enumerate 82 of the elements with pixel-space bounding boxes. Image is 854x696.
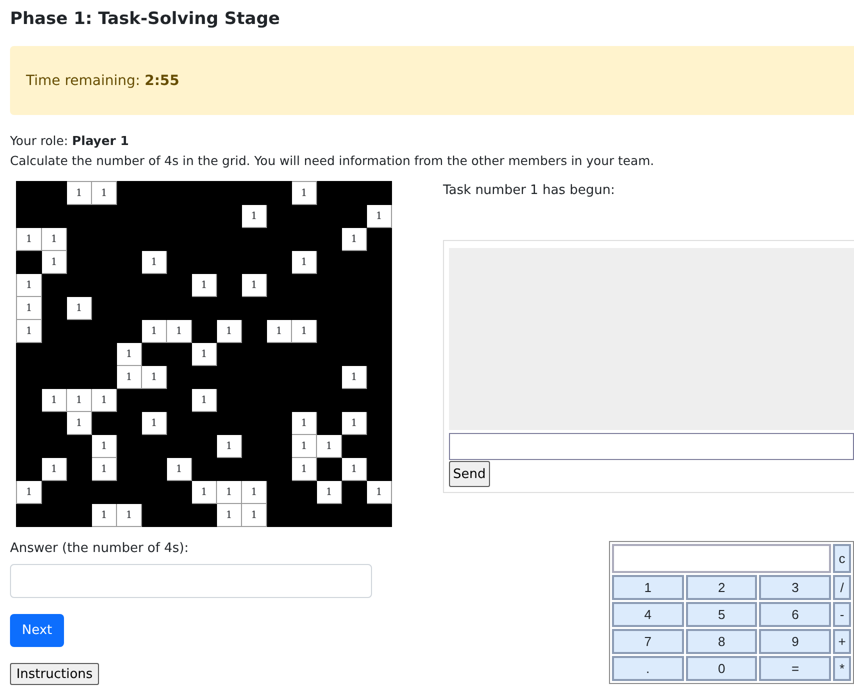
grid-cell: 1	[342, 412, 366, 434]
chat-status: Task number 1 has begun:	[443, 183, 616, 198]
grid-cell: 1	[192, 480, 216, 504]
grid-cell: 1	[166, 320, 192, 342]
grid-cell: 1	[66, 388, 92, 412]
grid-cell: 1	[166, 458, 192, 480]
answer-field[interactable]	[10, 564, 372, 598]
grid-cell: 1	[42, 228, 66, 250]
calculator-key[interactable]: c	[833, 544, 851, 573]
grid-cell: 1	[42, 388, 66, 412]
grid-cell: 1	[242, 274, 266, 296]
calculator-key[interactable]: 4	[612, 602, 684, 627]
grid-cell: 1	[242, 204, 266, 228]
grid-cell: 1	[42, 458, 66, 480]
grid-cell: 1	[116, 342, 142, 366]
calculator-key[interactable]: =	[759, 656, 832, 681]
grid-cell: 1	[16, 320, 42, 342]
grid-cell: 1	[292, 458, 316, 480]
calculator-key[interactable]: 1	[612, 575, 684, 600]
grid-cell: 1	[266, 320, 292, 342]
calculator-key[interactable]: *	[833, 656, 851, 681]
grid-cell: 1	[192, 274, 216, 296]
grid-cell: 1	[66, 412, 92, 434]
calculator-key[interactable]: +	[833, 629, 851, 654]
grid-cell: 1	[192, 342, 216, 366]
grid-cell: 1	[92, 458, 116, 480]
chat-input[interactable]	[449, 433, 854, 460]
grid-cell: 1	[16, 228, 42, 250]
calculator-key[interactable]: 7	[612, 629, 684, 654]
grid-cell: 1	[16, 274, 42, 296]
calculator-key[interactable]: /	[833, 575, 851, 600]
grid-cell: 1	[66, 296, 92, 320]
grid-cell: 1	[92, 182, 116, 204]
grid-cell: 1	[192, 388, 216, 412]
grid-cell: 1	[216, 480, 242, 504]
grid-cell: 1	[42, 250, 66, 274]
calculator-key[interactable]: 6	[759, 602, 832, 627]
calculator-key[interactable]: .	[612, 656, 684, 681]
grid-cell: 1	[242, 504, 266, 526]
grid-cell: 1	[116, 504, 142, 526]
grid-cell: 1	[292, 182, 316, 204]
grid-cell: 1	[316, 434, 342, 458]
calculator-key[interactable]: 3	[759, 575, 832, 600]
answer-label: Answer (the number of 4s):	[10, 541, 190, 556]
calculator-key[interactable]: 0	[686, 656, 758, 681]
grid-cell: 1	[116, 366, 142, 388]
grid-cell: 1	[142, 320, 166, 342]
calculator-key[interactable]: -	[833, 602, 851, 627]
calculator-key[interactable]: 2	[686, 575, 758, 600]
grid-cell: 1	[92, 504, 116, 526]
role-text: Your role: Player 1	[10, 132, 130, 150]
grid-cell: 1	[16, 480, 42, 504]
calculator-key[interactable]: 8	[686, 629, 758, 654]
grid-cell: 1	[366, 204, 392, 228]
grid-cell: 1	[242, 480, 266, 504]
grid-cell: 1	[342, 458, 366, 480]
instructions-button[interactable]: Instructions	[10, 663, 99, 685]
calculator-key[interactable]: 9	[759, 629, 832, 654]
grid-cell: 1	[142, 366, 166, 388]
grid-cell: 1	[216, 434, 242, 458]
grid-cell: 1	[16, 296, 42, 320]
timer-text: Time remaining: 2:55	[26, 72, 180, 88]
grid-cell: 1	[142, 250, 166, 274]
grid-cell: 1	[92, 434, 116, 458]
grid-cell: 1	[142, 412, 166, 434]
task-instructions: Calculate the number of 4s in the grid. You will need information from the other members in your team.	[10, 152, 656, 170]
grid-cell: 1	[216, 320, 242, 342]
grid-cell: 1	[92, 388, 116, 412]
grid-cell: 1	[292, 434, 316, 458]
page-title: Phase 1: Task-Solving Stage	[10, 8, 281, 31]
next-button[interactable]: Next	[10, 614, 64, 647]
grid-cell: 1	[292, 412, 316, 434]
grid-cell: 1	[316, 480, 342, 504]
grid-cell: 1	[342, 228, 366, 250]
calculator-key[interactable]: 5	[686, 602, 758, 627]
send-button[interactable]: Send	[449, 461, 490, 487]
grid-cell: 1	[292, 320, 316, 342]
grid-cell: 1	[342, 366, 366, 388]
grid-cell: 1	[216, 504, 242, 526]
grid-cell: 1	[292, 250, 316, 274]
grid-cell: 1	[366, 480, 392, 504]
grid-cell: 1	[66, 182, 92, 204]
